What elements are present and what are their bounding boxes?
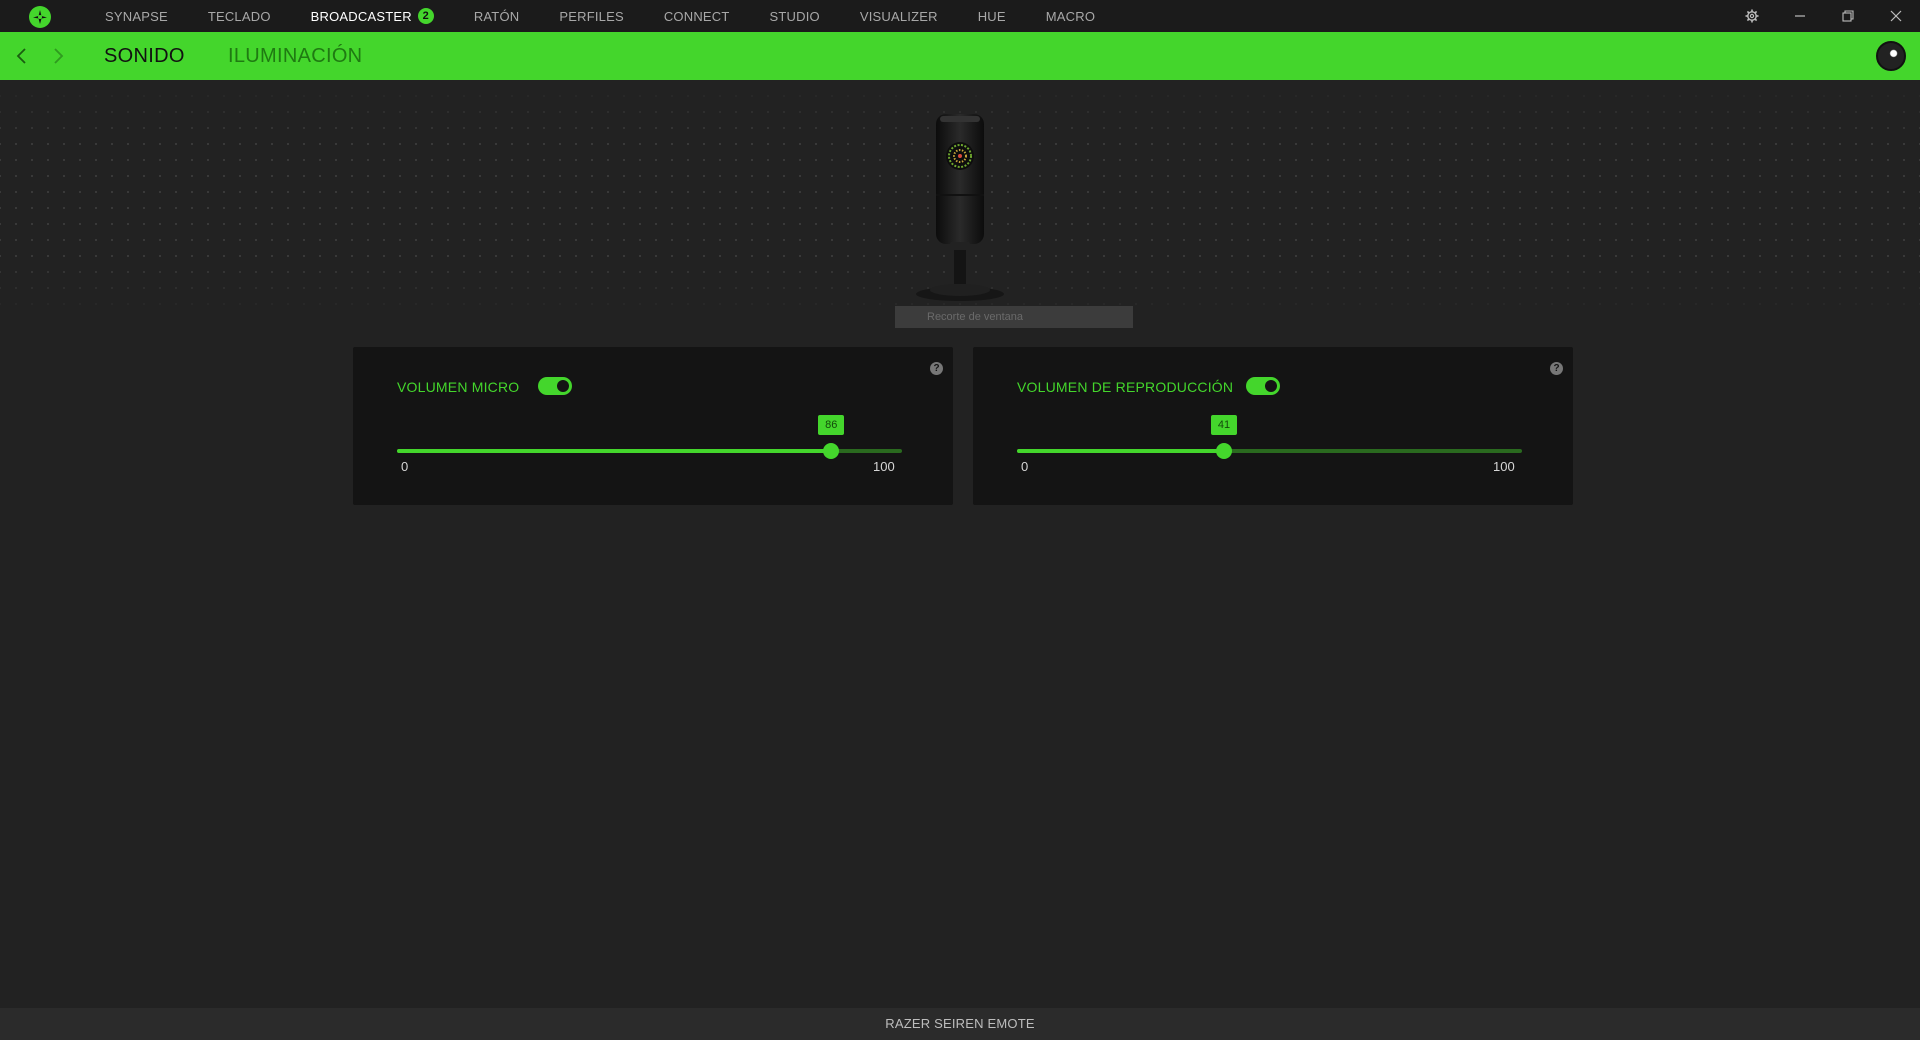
- nav-item-label: SYNAPSE: [105, 8, 168, 24]
- mic-volume-toggle[interactable]: [538, 377, 572, 395]
- device-name-footer: RAZER SEIREN EMOTE: [0, 1008, 1920, 1040]
- device-name: RAZER SEIREN EMOTE: [885, 1016, 1035, 1031]
- tab-sonido[interactable]: SONIDO: [104, 32, 185, 80]
- close-icon: [1890, 10, 1902, 22]
- mic-volume-slider[interactable]: 86: [397, 415, 902, 459]
- window-controls: [1728, 0, 1920, 32]
- nav-item-label: PERFILES: [559, 8, 624, 24]
- slider-value: 41: [1211, 415, 1238, 435]
- nav-item-perfiles[interactable]: PERFILES: [559, 9, 623, 24]
- device-preview-area: [0, 80, 1920, 320]
- nav-item-broadcaster[interactable]: BROADCASTER 2: [311, 8, 434, 24]
- chevron-right-icon: [54, 48, 64, 64]
- microphone-device-image: [916, 114, 1004, 301]
- nav-item-label: STUDIO: [769, 8, 820, 24]
- nav-item-label: VISUALIZER: [859, 8, 938, 24]
- restore-button[interactable]: [1824, 0, 1872, 32]
- nav-item-label: HUE: [977, 8, 1006, 24]
- tab-label: SONIDO: [104, 45, 185, 67]
- mic-volume-card: VOLUMEN MICRO ? 86 0 100: [353, 347, 953, 505]
- chevron-left-icon: [16, 48, 26, 64]
- card-title: VOLUMEN DE REPRODUCCIÓN: [1017, 379, 1234, 395]
- slider-value: 86: [818, 415, 845, 435]
- slider-fill: [397, 449, 832, 453]
- settings-button[interactable]: [1728, 0, 1776, 32]
- playback-volume-toggle[interactable]: [1246, 377, 1280, 395]
- nav-item-studio[interactable]: STUDIO: [770, 9, 820, 24]
- nav-item-visualizer[interactable]: VISUALIZER: [860, 9, 938, 24]
- avatar[interactable]: [1876, 41, 1906, 71]
- nav-item-connect[interactable]: CONNECT: [664, 9, 730, 24]
- razer-logo-icon[interactable]: [28, 5, 52, 29]
- slider-thumb[interactable]: [823, 443, 840, 459]
- nav-item-label: BROADCASTER: [310, 8, 412, 24]
- restore-icon: [1842, 10, 1854, 22]
- nav-item-teclado[interactable]: TECLADO: [208, 9, 271, 24]
- close-button[interactable]: [1872, 0, 1920, 32]
- slider-max-label: 100: [873, 459, 895, 474]
- slider-min-label: 0: [1021, 459, 1029, 474]
- slider-min-label: 0: [401, 459, 409, 474]
- nav-item-label: MACRO: [1045, 8, 1096, 24]
- nav-item-label: TECLADO: [207, 8, 271, 24]
- gear-icon: [1745, 9, 1759, 23]
- nav-item-label: RATÓN: [473, 8, 520, 24]
- playback-volume-card: VOLUMEN DE REPRODUCCIÓN ? 41 0 100: [973, 347, 1573, 505]
- forward-button[interactable]: [46, 44, 70, 68]
- help-icon[interactable]: ?: [930, 362, 943, 375]
- tab-iluminacion[interactable]: ILUMINACIÓN: [228, 32, 362, 80]
- main-nav: SYNAPSE TECLADO BROADCASTER 2 RATÓN PERF…: [105, 0, 1135, 32]
- nav-item-hue[interactable]: HUE: [978, 9, 1006, 24]
- title-bar: SYNAPSE TECLADO BROADCASTER 2 RATÓN PERF…: [0, 0, 1920, 32]
- nav-item-raton[interactable]: RATÓN: [474, 9, 520, 24]
- sub-header: SONIDO ILUMINACIÓN: [0, 32, 1920, 80]
- card-title: VOLUMEN MICRO: [397, 379, 520, 395]
- nav-item-synapse[interactable]: SYNAPSE: [105, 9, 168, 24]
- notification-badge: 2: [417, 8, 434, 24]
- nav-item-label: CONNECT: [663, 8, 730, 24]
- tooltip: Recorte de ventana: [895, 306, 1133, 328]
- slider-fill: [1017, 449, 1225, 453]
- minimize-button[interactable]: [1776, 0, 1824, 32]
- slider-max-label: 100: [1493, 459, 1515, 474]
- minimize-icon: [1795, 15, 1805, 17]
- tab-label: ILUMINACIÓN: [228, 45, 363, 67]
- nav-item-macro[interactable]: MACRO: [1046, 9, 1095, 24]
- slider-thumb[interactable]: [1216, 443, 1233, 459]
- help-icon[interactable]: ?: [1550, 362, 1563, 375]
- back-button[interactable]: [10, 44, 34, 68]
- playback-volume-slider[interactable]: 41: [1017, 415, 1522, 459]
